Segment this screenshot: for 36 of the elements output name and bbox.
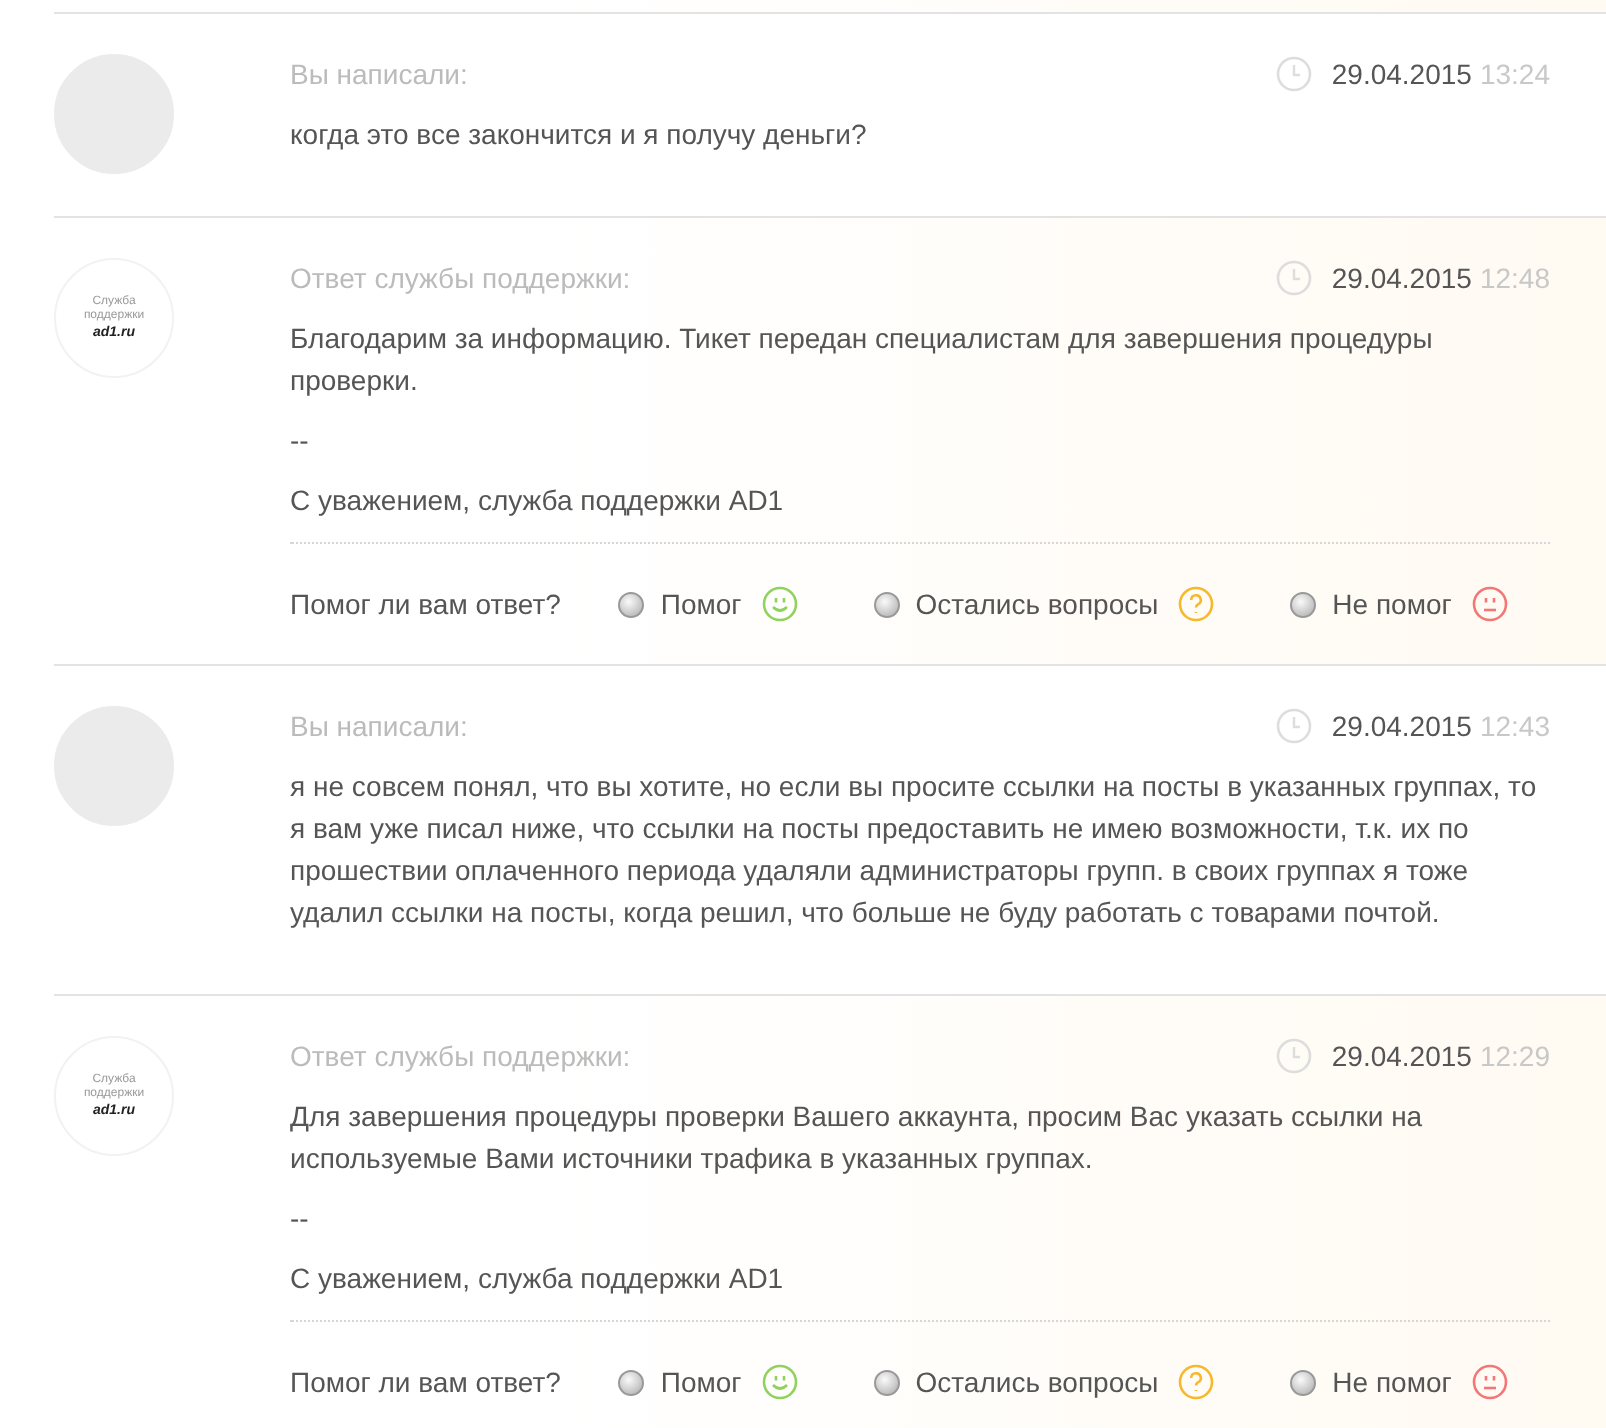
smile-icon — [761, 1364, 798, 1400]
author-label: Ответ службы поддержки: — [290, 262, 631, 294]
clock-icon — [1275, 708, 1312, 744]
radio-button[interactable] — [873, 1369, 900, 1395]
radio-button[interactable] — [1290, 591, 1317, 617]
question-icon — [1178, 1364, 1215, 1400]
option-label[interactable]: Помог — [660, 1366, 742, 1398]
message-text: -- — [290, 1200, 311, 1238]
question-icon — [1178, 586, 1215, 622]
frown-icon — [1471, 1364, 1508, 1400]
message-text: Благодарим за информацию. Тикет передан специалистам для завершения процедуры проверки. — [290, 320, 1435, 400]
frown-icon — [1471, 586, 1508, 622]
message-text: Для завершения процедуры проверки Вашего аккаунта, просим Вас указать ссылки на используемые Вами источники трафика в указанных группах. — [290, 1098, 1425, 1178]
option-label[interactable]: Помог — [660, 588, 742, 620]
option-label[interactable]: Не помог — [1332, 1366, 1452, 1398]
radio-button[interactable] — [618, 591, 645, 617]
message-text: С уважением, служба поддержки AD1 — [290, 1260, 786, 1298]
option-label[interactable]: Остались вопросы — [915, 1366, 1159, 1398]
message-text: С уважением, служба поддержки AD1 — [290, 482, 786, 520]
message-text: -- — [290, 422, 311, 460]
clock-icon — [1275, 56, 1312, 92]
radio-button[interactable] — [1290, 1369, 1317, 1395]
clock-icon — [1275, 260, 1312, 296]
message-text: когда это все закончится и я получу деньги? — [290, 116, 869, 154]
message-text: я не совсем понял, что вы хотите, но если вы просите ссылки на посты в указанных группах, то я вам уже писал ниже, что ссылки на посты предоставить не имею возможности, т.к. их по прошествии оплаченного периода удаляли администраторы групп. в своих группах я тоже удалил ссылки на посты, когда решил, что больше не буду работать с товарами почтой. — [290, 768, 1539, 932]
author-label: Вы написали: — [290, 710, 468, 742]
option-label[interactable]: Остались вопросы — [915, 588, 1159, 620]
smile-icon — [761, 586, 798, 622]
option-label[interactable]: Не помог — [1332, 588, 1452, 620]
author-label: Вы написали: — [290, 58, 468, 90]
radio-button[interactable] — [873, 591, 900, 617]
feedback-question: Помог ли вам ответ? — [290, 588, 561, 620]
author-label: Ответ службы поддержки: — [290, 1040, 631, 1072]
radio-button[interactable] — [618, 1369, 645, 1395]
clock-icon — [1275, 1038, 1312, 1074]
feedback-question: Помог ли вам ответ? — [290, 1366, 561, 1398]
